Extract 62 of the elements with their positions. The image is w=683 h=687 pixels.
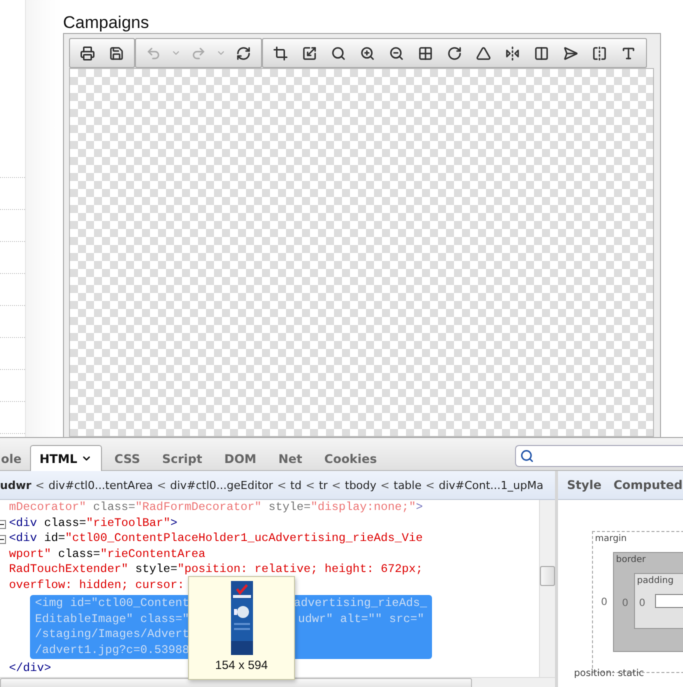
text-icon xyxy=(621,46,636,60)
panel-tab[interactable]: CSS xyxy=(104,445,150,471)
padding-value: 0 xyxy=(639,598,646,609)
code-line: </div> xyxy=(9,661,52,676)
separator: < xyxy=(156,478,166,492)
panel-tab[interactable]: Net xyxy=(268,445,312,471)
border-label: border xyxy=(616,555,646,565)
breadcrumb-item[interactable]: tr xyxy=(318,478,328,492)
horizontal-scrollbar[interactable] xyxy=(0,676,555,687)
separator: < xyxy=(332,478,341,492)
send-icon xyxy=(563,46,578,60)
code-line: overflow: hidden; cursor: xyxy=(9,578,184,593)
search-icon xyxy=(331,46,346,60)
code-line: <div id="ctl00_ContentPlaceHolder1_ucAdvertising_rieAds_Vie xyxy=(9,531,423,546)
triangle-icon xyxy=(476,46,491,60)
border-value: 0 xyxy=(622,598,628,609)
position-value: position: static xyxy=(574,668,644,679)
margin-value: 0 xyxy=(601,597,608,608)
search-field[interactable] xyxy=(515,445,683,467)
print-icon xyxy=(80,46,95,60)
rotate-icon xyxy=(447,46,462,60)
panel-tab[interactable]: DOM xyxy=(214,445,266,471)
resize-icon xyxy=(302,46,317,60)
panel-tab[interactable]: Cookies xyxy=(314,445,387,471)
margin-label: margin xyxy=(595,534,627,544)
breadcrumb-item[interactable]: div#ctl0...tentArea xyxy=(48,478,153,492)
refresh-icon xyxy=(236,46,251,60)
panel-tab[interactable]: Script xyxy=(152,445,212,471)
separator: < xyxy=(380,478,390,492)
search-icon xyxy=(520,449,534,463)
zoom-out-icon xyxy=(389,46,404,60)
save-icon xyxy=(109,46,124,60)
panel-tab[interactable]: ole xyxy=(0,445,28,471)
page-heading: Campaigns xyxy=(63,12,150,33)
code-line: <div class="rieToolBar"> xyxy=(9,516,178,531)
separator: < xyxy=(306,478,315,492)
separator: < xyxy=(35,478,45,492)
code-line: mDecorator" class="RadFormDecorator" style="display:none;"> xyxy=(9,500,423,516)
code-line: RadTouchExtender" style="position: relative; height: 672px; xyxy=(9,562,423,578)
undo-icon xyxy=(146,46,161,60)
zoom-in-icon xyxy=(360,46,375,60)
breadcrumb-item[interactable]: div#ctl0...geEditor xyxy=(170,478,274,492)
breadcrumb-item[interactable]: table xyxy=(394,478,422,492)
image-size: 154 x 594 xyxy=(215,658,268,672)
breadcrumb-item[interactable]: tbody xyxy=(344,478,376,492)
breadcrumb-item[interactable]: div#Cont...1_upMa xyxy=(438,478,544,492)
padding-label: padding xyxy=(637,576,674,586)
columns-icon xyxy=(534,46,549,60)
mirror-icon xyxy=(592,46,607,60)
crop-icon xyxy=(273,46,288,60)
breadcrumb-item[interactable]: td xyxy=(290,478,302,492)
checker-icon xyxy=(418,46,433,60)
vertical-scrollbar[interactable] xyxy=(539,500,555,676)
panel-tab[interactable]: HTML xyxy=(30,445,102,471)
code-line: wport" class="rieContentArea xyxy=(9,546,206,562)
flip-icon xyxy=(505,46,520,60)
side-tab[interactable]: Computed xyxy=(609,478,683,492)
side-tab[interactable]: Style xyxy=(563,478,606,492)
breadcrumb-item[interactable]: udwr xyxy=(0,478,32,492)
redo-icon xyxy=(191,46,206,60)
separator: < xyxy=(426,478,435,492)
separator: < xyxy=(277,478,286,492)
